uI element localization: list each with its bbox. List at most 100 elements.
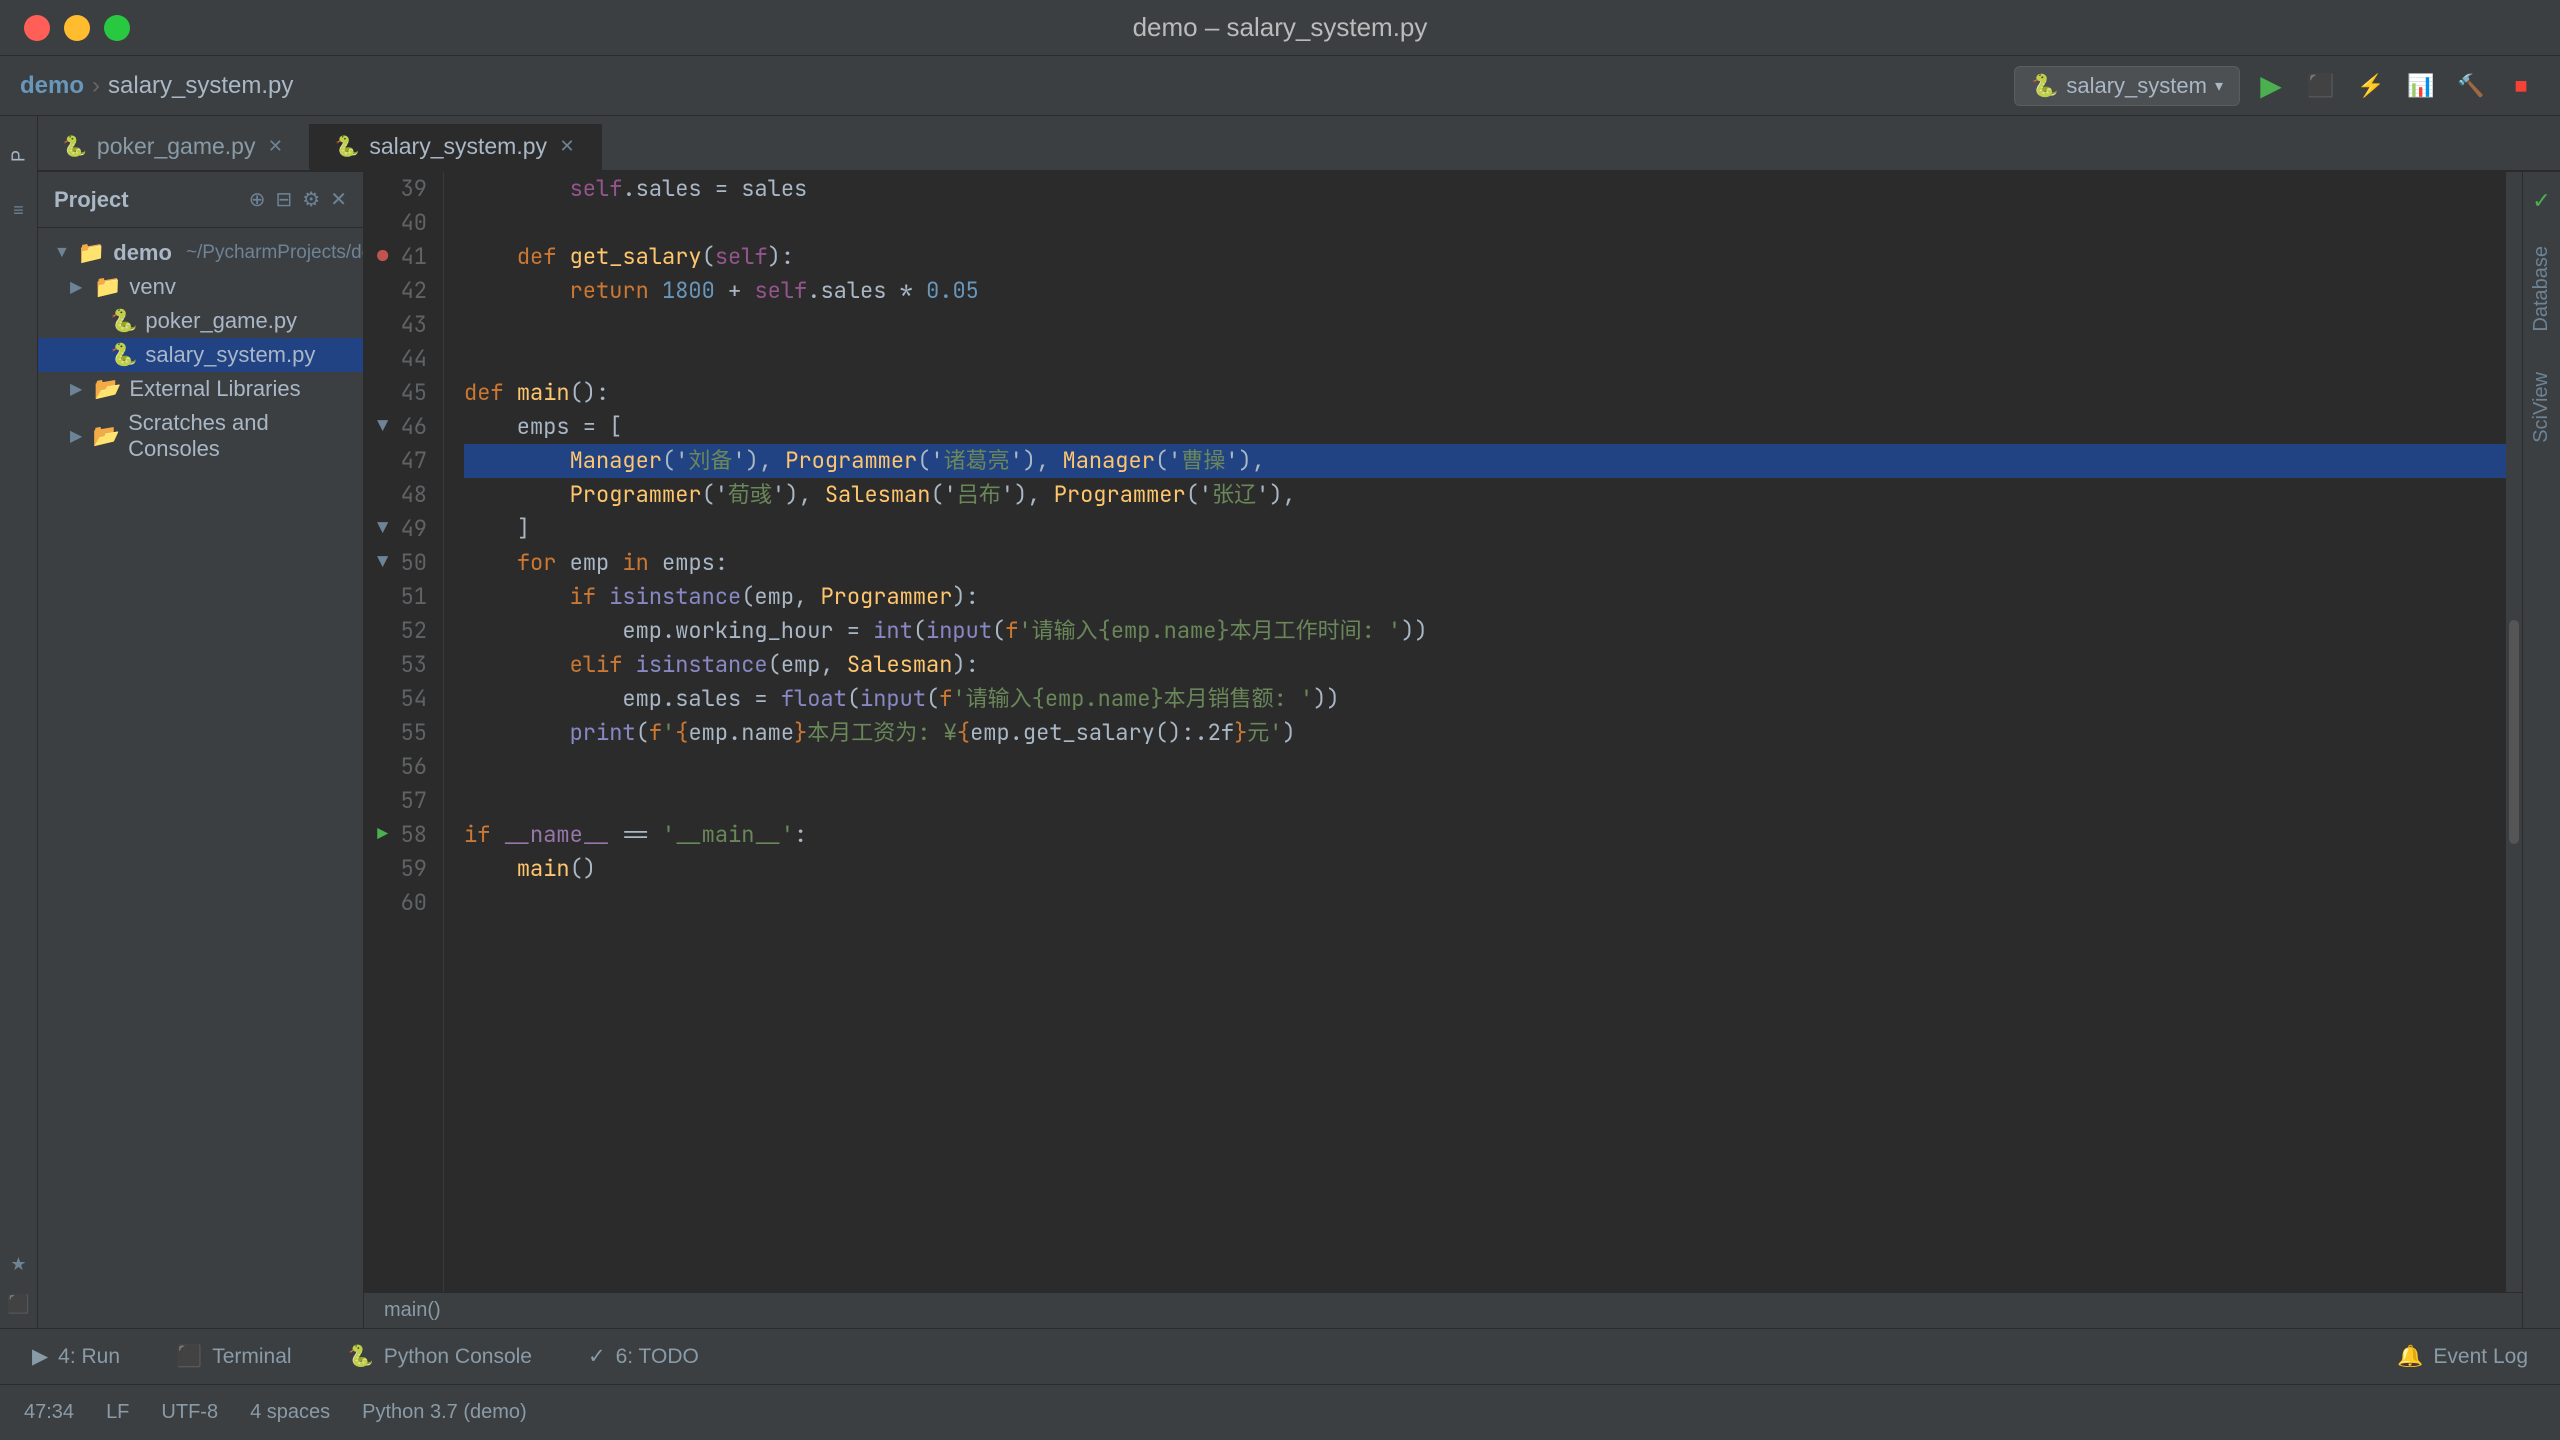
top-toolbar: demo › salary_system.py 🐍 salary_system …	[0, 56, 2560, 116]
code-line-48: Programmer('荀彧'), Salesman('吕布'), Progra…	[464, 478, 2506, 512]
coverage-button[interactable]: ⚡	[2352, 67, 2390, 105]
bottom-toolbar: ▶ 4: Run ⬛ Terminal 🐍 Python Console ✓ 6…	[0, 1328, 2560, 1384]
line-46: ▼46	[373, 410, 427, 444]
event-log-btn[interactable]: 🔔 Event Log	[2381, 1339, 2544, 1375]
folder-icon: 📁	[78, 240, 105, 266]
line-separator[interactable]: LF	[106, 1401, 129, 1424]
close-button[interactable]	[24, 15, 50, 41]
todo-tab[interactable]: ✓ 6: TODO	[572, 1338, 715, 1375]
tree-item-ext-libs[interactable]: ▶ 📂 External Libraries	[38, 372, 363, 406]
run-config-selector[interactable]: 🐍 salary_system ▾	[2014, 66, 2240, 106]
python-version[interactable]: Python 3.7 (demo)	[362, 1401, 527, 1424]
encoding-label: UTF-8	[161, 1401, 218, 1424]
sciview-tab[interactable]: SciView	[2526, 364, 2557, 451]
extra-icon[interactable]: ⬛	[3, 1288, 35, 1320]
run-button[interactable]: ▶	[2252, 67, 2290, 105]
file-panel: Project ⊕ ⊟ ⚙ ✕ ▼ 📁 demo ~/PycharmProjec…	[38, 172, 364, 1328]
project-name[interactable]: demo	[20, 72, 84, 100]
tab-salary-system[interactable]: 🐍 salary_system.py ✕	[310, 124, 602, 170]
add-icon[interactable]: ⊕	[249, 187, 266, 212]
file-name[interactable]: salary_system.py	[108, 72, 293, 100]
tab-poker-game[interactable]: 🐍 poker_game.py ✕	[38, 124, 310, 170]
line-44: 44	[373, 342, 427, 376]
code-line-44	[464, 342, 2506, 376]
debug-button[interactable]: ⬛	[2302, 67, 2340, 105]
close-panel-icon[interactable]: ✕	[330, 187, 347, 212]
encoding[interactable]: UTF-8	[161, 1401, 218, 1424]
stop-button[interactable]: ■	[2502, 67, 2540, 105]
scrollbar-thumb[interactable]	[2509, 620, 2519, 844]
window-controls	[24, 15, 130, 41]
line-57: 57	[373, 784, 427, 818]
terminal-tab[interactable]: ⬛ Terminal	[160, 1339, 308, 1375]
panel-title: Project	[54, 187, 237, 213]
favorites-icon[interactable]: ★	[3, 1248, 35, 1280]
structure-icon[interactable]: ≡	[3, 194, 35, 226]
code-line-54: emp.sales = float(input(f'请输入{emp.name}本…	[464, 682, 2506, 716]
terminal-label: Terminal	[212, 1345, 291, 1369]
terminal-icon: ⬛	[176, 1345, 202, 1369]
run-tab[interactable]: ▶ 4: Run	[16, 1338, 136, 1375]
close-active-tab-icon[interactable]: ✕	[557, 136, 577, 156]
breakpoint-icon[interactable]: ●	[373, 240, 393, 274]
indent-label: 4 spaces	[250, 1401, 330, 1424]
tree-path: ~/PycharmProjects/demo	[186, 242, 363, 264]
chevron-down-icon: ▾	[2215, 76, 2223, 96]
breadcrumb: demo › salary_system.py	[20, 72, 293, 100]
code-line-52: emp.working_hour = int(input(f'请输入{emp.n…	[464, 614, 2506, 648]
minimize-button[interactable]	[64, 15, 90, 41]
line-39: 39	[373, 172, 427, 206]
code-line-59: main()	[464, 852, 2506, 886]
code-line-51: if isinstance(emp, Programmer):	[464, 580, 2506, 614]
arrow-icon: ▶	[70, 426, 85, 446]
line-40: 40	[373, 206, 427, 240]
tab-bar: 🐍 poker_game.py ✕ 🐍 salary_system.py ✕	[38, 116, 2560, 172]
maximize-button[interactable]	[104, 15, 130, 41]
tree-label-venv: venv	[129, 274, 175, 300]
indent-settings[interactable]: 4 spaces	[250, 1401, 330, 1424]
code-line-43	[464, 308, 2506, 342]
line-56: 56	[373, 750, 427, 784]
build-button[interactable]: 🔨	[2452, 67, 2490, 105]
panel-header: Project ⊕ ⊟ ⚙ ✕	[38, 172, 363, 228]
profile-button[interactable]: 📊	[2402, 67, 2440, 105]
python-console-tab[interactable]: 🐍 Python Console	[332, 1339, 548, 1375]
right-tool-tabs: ✓ Database SciView	[2522, 172, 2560, 1328]
settings-icon[interactable]: ⚙	[302, 187, 320, 212]
line-59: 59	[373, 852, 427, 886]
tree-item-scratches[interactable]: ▶ 📂 Scratches and Consoles	[38, 406, 363, 466]
fold-icon[interactable]: ▼	[373, 546, 393, 580]
tree-item-venv[interactable]: ▶ 📁 venv	[38, 270, 363, 304]
run-marker-icon[interactable]: ▶	[373, 818, 393, 852]
status-bar: 47:34 LF UTF-8 4 spaces Python 3.7 (demo…	[0, 1384, 2560, 1440]
database-tab[interactable]: Database	[2526, 238, 2557, 340]
tree-item-poker[interactable]: 🐍 poker_game.py	[38, 304, 363, 338]
project-icon[interactable]: P	[3, 126, 35, 186]
collapse-icon[interactable]: ⊟	[276, 187, 293, 212]
left-tool-icons: P ≡ ★ ⬛	[0, 116, 38, 1328]
line-53: 53	[373, 648, 427, 682]
python-file-icon: 🐍	[110, 308, 137, 334]
code-editor[interactable]: self.sales = sales def get_salary(self):…	[444, 172, 2506, 1292]
python-console-label: Python Console	[384, 1345, 532, 1369]
python-file-active-icon: 🐍	[110, 342, 137, 368]
code-line-40	[464, 206, 2506, 240]
python-file-icon: 🐍	[62, 134, 87, 159]
code-line-58: if __name__ == '__main__':	[464, 818, 2506, 852]
code-line-46: emps = [	[464, 410, 2506, 444]
file-tree: ▼ 📁 demo ~/PycharmProjects/demo ▶ 📁 venv	[38, 228, 363, 1328]
event-log-icon: 🔔	[2397, 1345, 2423, 1369]
line-49: ▼49	[373, 512, 427, 546]
fold-icon[interactable]: ▼	[373, 410, 393, 444]
close-tab-icon[interactable]: ✕	[265, 136, 285, 156]
fold-icon[interactable]: ▼	[373, 512, 393, 546]
tree-item-demo[interactable]: ▼ 📁 demo ~/PycharmProjects/demo	[38, 236, 363, 270]
code-line-39: self.sales = sales	[464, 172, 2506, 206]
code-line-45: def main():	[464, 376, 2506, 410]
line-54: 54	[373, 682, 427, 716]
position-label: 47:34	[24, 1401, 74, 1424]
line-48: 48	[373, 478, 427, 512]
vertical-scrollbar[interactable]	[2506, 172, 2522, 1292]
tree-item-salary[interactable]: 🐍 salary_system.py	[38, 338, 363, 372]
cursor-position[interactable]: 47:34	[24, 1401, 74, 1424]
